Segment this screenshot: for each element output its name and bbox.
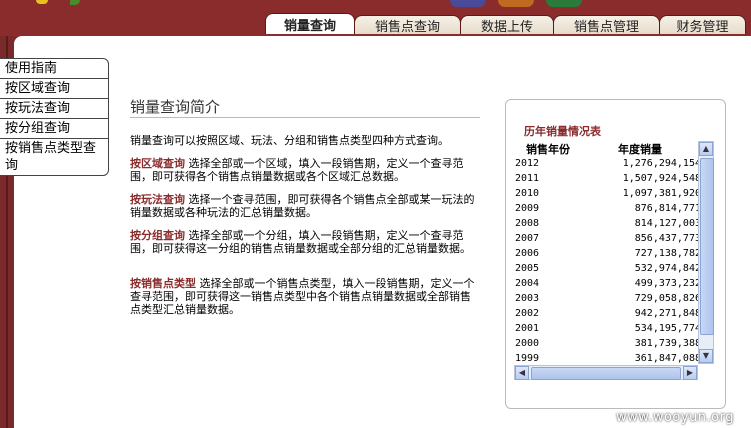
tab-finance-management[interactable]: 财务管理: [659, 15, 746, 35]
scroll-down-icon[interactable]: ▼: [699, 349, 713, 363]
year-cell: 2006: [515, 248, 540, 259]
scroll-up-icon[interactable]: ▲: [699, 142, 713, 156]
year-cell: 2000: [515, 338, 540, 349]
table-row: 2006 727,138,782: [514, 246, 714, 261]
year-cell: 2008: [515, 218, 540, 229]
tab-sales-query[interactable]: 销量查询: [265, 13, 355, 34]
sales-cell: 381,739,388: [634, 338, 701, 349]
link-by-game[interactable]: 按玩法查询: [130, 193, 185, 206]
table-row: 2010 1,097,381,920: [514, 186, 714, 201]
table-row: 1999 361,847,088: [514, 351, 714, 364]
tab-data-upload[interactable]: 数据上传: [460, 15, 554, 35]
menu-item-by-region[interactable]: 按区域查询: [0, 79, 108, 99]
panel-title: 历年销量情况表: [524, 125, 601, 138]
page-title: 销量查询简介: [130, 98, 221, 116]
year-cell: 2007: [515, 233, 540, 244]
year-cell: 2001: [515, 323, 540, 334]
sales-cell: 1,507,924,548: [622, 173, 701, 184]
side-menu: 使用指南 按区域查询 按玩法查询 按分组查询 按销售点类型查询: [0, 58, 109, 176]
year-cell: 2002: [515, 308, 540, 319]
leaf-icon: [70, 0, 80, 5]
scroll-thumb[interactable]: [700, 158, 714, 335]
sales-table[interactable]: 2012 1,276,294,154 2011 1,507,924,548 2010 1,…: [514, 156, 714, 364]
link-by-region[interactable]: 按区域查询: [130, 157, 185, 170]
table-row: 2008 814,127,003: [514, 216, 714, 231]
link-by-group[interactable]: 按分组查询: [130, 229, 185, 242]
sales-history-panel: 历年销量情况表 销售年份 年度销量 2012 1,276,294,154 2011 1…: [505, 99, 726, 409]
intro-text: 销量查询可以按照区域、玩法、分组和销售点类型四种方式查询。: [130, 134, 449, 147]
title-divider: [130, 117, 480, 118]
top-icon-group: [450, 0, 582, 7]
sales-cell: 876,814,771: [634, 203, 701, 214]
sales-cell: 499,373,232: [634, 278, 701, 289]
main-tabs: 销量查询 销售点查询 数据上传 销售点管理 财务管理: [265, 13, 746, 35]
sales-cell: 727,138,782: [634, 248, 701, 259]
menu-item-guide[interactable]: 使用指南: [0, 59, 108, 79]
scroll-thumb[interactable]: [531, 367, 681, 380]
sales-cell: 814,127,003: [634, 218, 701, 229]
column-header-sales: 年度销量: [618, 143, 662, 156]
sales-cell: 1,276,294,154: [622, 158, 701, 169]
para-by-region: 按区域查询 选择全部或一个区域，填入一段销售期，定义一个查寻范围，即可获得各个销…: [130, 157, 480, 183]
para-by-group: 按分组查询 选择全部或一个分组，填入一段销售期，定义一个查寻范围，即可获得这一分…: [130, 229, 480, 255]
link-by-outlet-type[interactable]: 按销售点类型: [130, 277, 196, 290]
vertical-scrollbar[interactable]: ▲ ▼: [698, 141, 714, 364]
table-row: 2002 942,271,848: [514, 306, 714, 321]
table-row: 2011 1,507,924,548: [514, 171, 714, 186]
sales-cell: 532,974,842: [634, 263, 701, 274]
top-nav-icon[interactable]: [546, 0, 582, 7]
logo-icon: [36, 0, 48, 4]
table-row: 2012 1,276,294,154: [514, 156, 714, 171]
year-cell: 2005: [515, 263, 540, 274]
year-cell: 2011: [515, 173, 540, 184]
top-nav-icon[interactable]: [498, 0, 534, 7]
sales-cell: 856,437,773: [634, 233, 701, 244]
table-row: 2005 532,974,842: [514, 261, 714, 276]
para-by-outlet-type: 按销售点类型 选择全部或一个销售点类型，填入一段销售期，定义一个查寻范围，即可获…: [130, 277, 480, 316]
table-row: 2001 534,195,774: [514, 321, 714, 336]
table-row: 2007 856,437,773: [514, 231, 714, 246]
top-nav-icon[interactable]: [450, 0, 486, 7]
table-row: 2003 729,058,826: [514, 291, 714, 306]
scroll-right-icon[interactable]: ▶: [683, 366, 697, 380]
year-cell: 2004: [515, 278, 540, 289]
menu-item-by-outlet-type[interactable]: 按销售点类型查询: [0, 139, 108, 175]
watermark: www.wooyun.org: [616, 410, 735, 425]
year-cell: 2012: [515, 158, 540, 169]
sales-cell: 1,097,381,920: [622, 188, 701, 199]
year-cell: 2010: [515, 188, 540, 199]
table-row: 2000 381,739,388: [514, 336, 714, 351]
year-cell: 2003: [515, 293, 540, 304]
sales-cell: 942,271,848: [634, 308, 701, 319]
sales-cell: 534,195,774: [634, 323, 701, 334]
menu-item-by-group[interactable]: 按分组查询: [0, 119, 108, 139]
table-row: 2004 499,373,232: [514, 276, 714, 291]
para-by-game: 按玩法查询 选择一个查寻范围，即可获得各个销售点全部或某一玩法的销量数据或各种玩…: [130, 193, 480, 219]
column-header-year: 销售年份: [526, 143, 570, 156]
sales-cell: 361,847,088: [634, 353, 701, 364]
year-cell: 2009: [515, 203, 540, 214]
tab-outlet-management[interactable]: 销售点管理: [553, 15, 660, 35]
scroll-left-icon[interactable]: ◀: [515, 366, 529, 380]
year-cell: 1999: [515, 353, 540, 364]
menu-item-by-game[interactable]: 按玩法查询: [0, 99, 108, 119]
table-row: 2009 876,814,771: [514, 201, 714, 216]
horizontal-scrollbar[interactable]: ◀ ▶: [514, 365, 698, 380]
tab-outlet-query[interactable]: 销售点查询: [354, 15, 461, 35]
sales-cell: 729,058,826: [634, 293, 701, 304]
